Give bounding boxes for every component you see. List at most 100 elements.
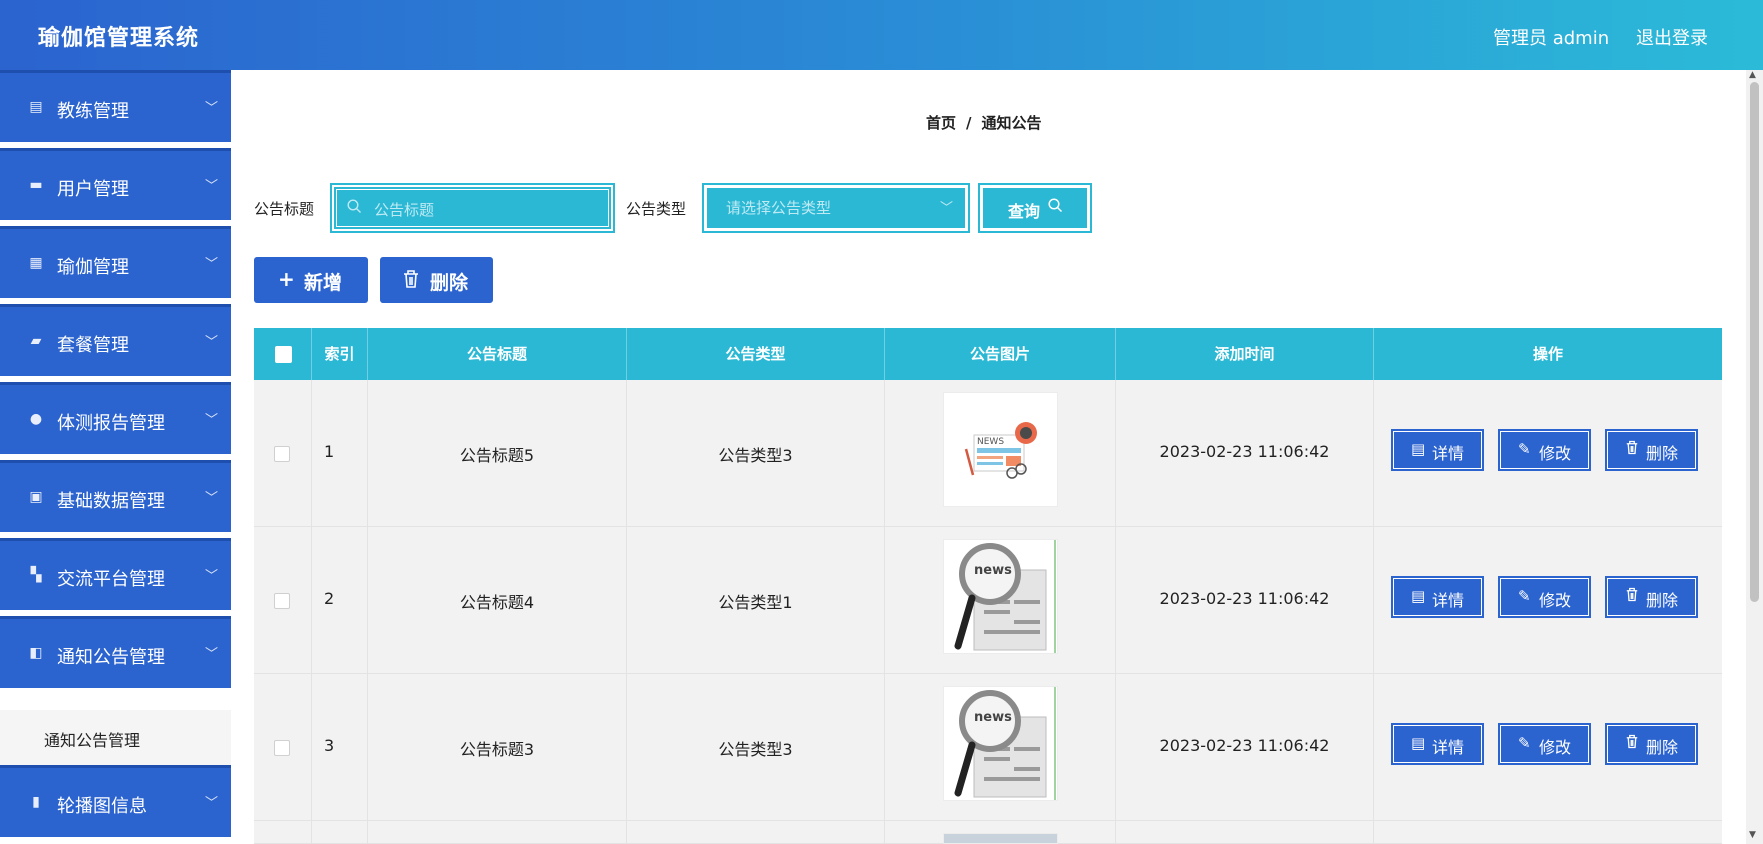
trash-icon xyxy=(402,269,420,294)
title-cell: 公告标题4 xyxy=(368,527,627,674)
type-select[interactable]: 请选择公告类型 ﹀ xyxy=(702,183,970,233)
detail-button[interactable]: ▤ 详情 xyxy=(1391,723,1484,765)
time-cell xyxy=(1116,821,1374,844)
time-cell: 2023-02-23 11:06:42 xyxy=(1116,674,1374,821)
table-header: 索引 公告标题 公告类型 公告图片 添加时间 操作 xyxy=(254,328,1722,380)
delete-button[interactable]: 删除 xyxy=(1605,429,1698,471)
title-cell: 公告标题3 xyxy=(368,674,627,821)
magnifier-newspaper-image: news xyxy=(943,686,1058,801)
row-type: 公告类型1 xyxy=(718,593,793,612)
query-button[interactable]: 查询 xyxy=(978,183,1092,233)
sidebar-item-label: 体测报告管理 xyxy=(57,413,165,434)
title-search-placeholder: 公告标题 xyxy=(374,201,435,219)
search-icon xyxy=(347,199,362,214)
row-time: 2023-02-23 11:06:42 xyxy=(1159,442,1330,461)
index-cell: 2 xyxy=(312,527,368,674)
sidebar-item-label: 教练管理 xyxy=(57,101,129,122)
sidebar-subitem-notice-manage[interactable]: 通知公告管理 xyxy=(0,710,231,765)
breadcrumb-current: 通知公告 xyxy=(981,114,1042,132)
edit-button[interactable]: ✎ 修改 xyxy=(1498,723,1591,765)
column-header-index: 索引 xyxy=(312,328,368,380)
detail-button[interactable]: ▤ 详情 xyxy=(1391,576,1484,618)
detail-button[interactable]: ▤ 详情 xyxy=(1391,429,1484,471)
time-cell: 2023-02-23 11:06:42 xyxy=(1116,380,1374,527)
sidebar-item-label: 套餐管理 xyxy=(57,335,129,356)
add-button-label: 新增 xyxy=(304,272,343,294)
delete-button[interactable]: 删除 xyxy=(1605,723,1698,765)
sidebar-item-package[interactable]: ▰ 套餐管理 ﹀ xyxy=(0,304,231,376)
column-header-image: 公告图片 xyxy=(885,328,1116,380)
type-cell xyxy=(627,821,885,844)
row-title: 公告标题4 xyxy=(459,593,535,612)
index-cell: 3 xyxy=(312,674,368,821)
document-icon: ▤ xyxy=(1411,734,1426,752)
current-user: 管理员 admin xyxy=(1493,28,1610,49)
edit-label: 修改 xyxy=(1539,738,1572,757)
edit-icon: ✎ xyxy=(1518,734,1531,752)
detail-label: 详情 xyxy=(1432,444,1465,463)
delete-label: 删除 xyxy=(1646,738,1679,757)
scrollbar-thumb[interactable] xyxy=(1750,82,1759,602)
chevron-down-icon: ﹀ xyxy=(205,413,219,428)
search-icon xyxy=(1048,198,1063,217)
sidebar-item-user[interactable]: ▬ 用户管理 ﹀ xyxy=(0,148,231,220)
sidebar-item-label: 轮播图信息 xyxy=(57,796,147,817)
row-title: 公告标题3 xyxy=(459,740,535,759)
sidebar-item-yoga[interactable]: ▦ 瑜伽管理 ﹀ xyxy=(0,226,231,298)
chevron-down-icon: ﹀ xyxy=(940,201,954,216)
chevron-down-icon: ﹀ xyxy=(205,647,219,662)
logout-link[interactable]: 退出登录 xyxy=(1636,24,1708,50)
edit-button[interactable]: ✎ 修改 xyxy=(1498,576,1591,618)
sidebar-item-forum[interactable]: ▚ 交流平台管理 ﹀ xyxy=(0,538,231,610)
image-cell: news xyxy=(885,527,1116,674)
title-search-input[interactable]: 公告标题 xyxy=(330,183,615,233)
index-cell xyxy=(312,821,368,844)
table-row: 1 公告标题5 公告类型3 NEWS 2023-02-23 11:06:42 ▤… xyxy=(254,380,1722,527)
row-type: 公告类型3 xyxy=(718,446,793,465)
sidebar-item-carousel[interactable]: ▮ 轮播图信息 ﹀ xyxy=(0,765,231,837)
trash-icon xyxy=(1625,734,1639,753)
edit-button[interactable]: ✎ 修改 xyxy=(1498,429,1591,471)
chart-icon: ▤ xyxy=(29,99,43,115)
vertical-scrollbar[interactable]: ▲ ▼ xyxy=(1746,70,1763,844)
ticket-icon: ▰ xyxy=(30,333,42,349)
sidebar-item-report[interactable]: ● 体测报告管理 ﹀ xyxy=(0,382,231,454)
sidebar-item-coach[interactable]: ▤ 教练管理 ﹀ xyxy=(0,70,231,142)
sidebar-item-basic-data[interactable]: ▣ 基础数据管理 ﹀ xyxy=(0,460,231,532)
svg-text:news: news xyxy=(974,710,1012,725)
title-filter-label: 公告标题 xyxy=(254,200,315,218)
row-index: 2 xyxy=(324,589,335,608)
add-button[interactable]: + 新增 xyxy=(254,257,368,303)
sidebar-item-notice[interactable]: ◧ 通知公告管理 ﹀ xyxy=(0,616,231,688)
monitor-icon: ▬ xyxy=(29,177,43,193)
sidebar-item-label: 交流平台管理 xyxy=(57,569,165,590)
edit-label: 修改 xyxy=(1539,444,1572,463)
trash-icon xyxy=(1625,587,1639,606)
row-checkbox[interactable] xyxy=(274,593,290,609)
delete-label: 删除 xyxy=(1646,444,1679,463)
actions-cell: ▤ 详情 ✎ 修改 删除 xyxy=(1374,527,1722,674)
bulk-delete-label: 删除 xyxy=(430,272,469,294)
type-cell: 公告类型3 xyxy=(627,674,885,821)
chevron-down-icon: ﹀ xyxy=(205,257,219,272)
chevron-down-icon: ﹀ xyxy=(205,796,219,811)
svg-text:news: news xyxy=(974,563,1012,578)
row-index: 1 xyxy=(324,442,335,461)
row-checkbox[interactable] xyxy=(274,740,290,756)
delete-button[interactable]: 删除 xyxy=(1605,576,1698,618)
row-checkbox[interactable] xyxy=(274,446,290,462)
sidebar-item-label: 用户管理 xyxy=(57,179,129,200)
bulk-delete-button[interactable]: 删除 xyxy=(380,257,493,303)
chevron-down-icon: ﹀ xyxy=(205,491,219,506)
breadcrumb-home[interactable]: 首页 xyxy=(926,114,956,132)
plus-icon: + xyxy=(278,267,295,291)
row-time: 2023-02-23 11:06:42 xyxy=(1159,736,1330,755)
scroll-up-arrow-icon[interactable]: ▲ xyxy=(1749,70,1756,80)
select-all-checkbox[interactable] xyxy=(275,346,292,363)
magnifier-newspaper-image: news xyxy=(943,539,1058,654)
type-cell: 公告类型1 xyxy=(627,527,885,674)
sidebar-item-label: 瑜伽管理 xyxy=(57,257,129,278)
delete-label: 删除 xyxy=(1646,591,1679,610)
scroll-down-arrow-icon[interactable]: ▼ xyxy=(1749,830,1756,840)
column-header-title: 公告标题 xyxy=(368,328,627,380)
